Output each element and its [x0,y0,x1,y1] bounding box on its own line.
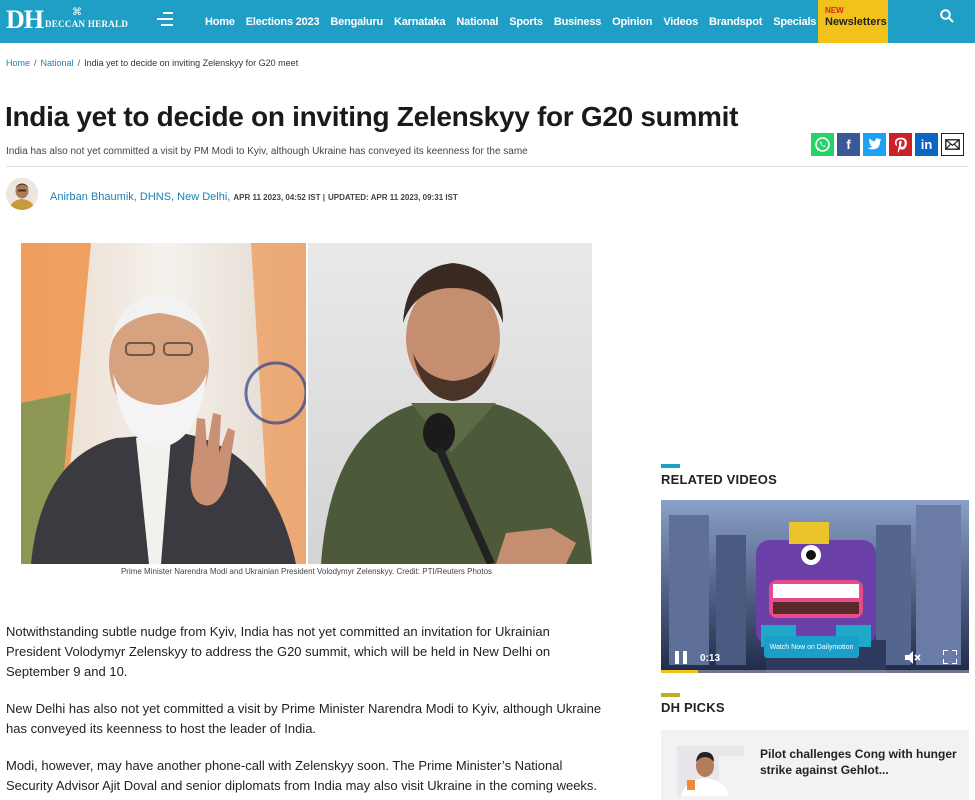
byline: Anirban Bhaumik, DHNS, New Delhi, APR 11 … [50,191,458,203]
video-player[interactable]: Watch Now on Dailymotion 0:13 [661,500,969,673]
dh-pick-card[interactable]: Pilot challenges Cong with hunger strike… [661,730,969,800]
nav-karnataka[interactable]: Karnataka [394,16,446,28]
dh-picks-accent [661,693,680,697]
header-divider [6,166,968,167]
nav-home[interactable]: Home [205,16,235,28]
related-videos-title: RELATED VIDEOS [661,472,777,487]
nav-specials[interactable]: Specials [773,16,816,28]
published-time: APR 11 2023, 04:52 IST | [233,193,325,202]
article-title: India yet to decide on inviting Zelensky… [5,101,739,132]
nav-national[interactable]: National [456,16,498,28]
video-progress-fill [661,670,698,673]
pinterest-icon[interactable] [889,133,912,156]
logo-name: DECCAN HERALD [45,19,129,29]
nav-sports[interactable]: Sports [509,16,543,28]
updated-time: UPDATED: APR 11 2023, 09:31 IST [327,193,458,202]
pause-icon[interactable] [675,651,687,664]
linkedin-icon[interactable]: in [915,133,938,156]
breadcrumb: Home / National / India yet to decide on inv… [6,58,299,68]
nav-brandspot[interactable]: Brandspot [709,16,762,28]
whatsapp-icon[interactable] [811,133,834,156]
dh-picks-title: DH PICKS [661,700,725,715]
facebook-icon[interactable]: f [837,133,860,156]
article-paragraph-2: New Delhi has also not yet committed a v… [6,701,602,736]
share-bar: f in [811,133,967,156]
breadcrumb-home[interactable]: Home [6,58,30,68]
article-paragraph-3: Modi, however, may have another phone-ca… [6,758,598,793]
newsletter-label: Newsletters [825,16,887,28]
nav-opinion[interactable]: Opinion [612,16,652,28]
breadcrumb-national[interactable]: National [41,58,74,68]
author-avatar[interactable] [6,178,38,210]
newsletter-new-badge: NEW [825,6,844,15]
article-hero-image [21,243,592,564]
video-progress-bar[interactable] [661,670,969,673]
video-time: 0:13 [700,653,721,664]
breadcrumb-current: India yet to decide on inviting Zelensky… [84,58,299,68]
video-controls: 0:13 [661,639,969,673]
hamburger-menu-icon[interactable] [157,12,173,26]
image-caption: Prime Minister Narendra Modi and Ukraini… [120,567,493,576]
email-icon[interactable] [941,133,964,156]
nav-elections-2023[interactable]: Elections 2023 [246,16,320,28]
search-icon[interactable] [940,9,954,23]
dh-pick-thumbnail[interactable] [677,746,744,796]
fullscreen-icon[interactable] [943,650,957,664]
mute-icon[interactable] [905,651,921,664]
nav-business[interactable]: Business [554,16,602,28]
nav-videos[interactable]: Videos [663,16,698,28]
related-videos-accent [661,464,680,468]
nav-bengaluru[interactable]: Bengaluru [330,16,383,28]
top-navigation-bar: DH DECCAN HERALD ⌘ Home Elections 2023 B… [0,0,975,43]
newsletters-button[interactable]: NEW Newsletters [818,0,888,43]
logo-letters: DH [6,5,44,34]
dh-pick-title[interactable]: Pilot challenges Cong with hunger strike… [760,746,960,778]
main-nav: Home Elections 2023 Bengaluru Karnataka … [205,0,827,43]
twitter-icon[interactable] [863,133,886,156]
deccan-herald-logo[interactable]: DH DECCAN HERALD ⌘ [6,7,128,33]
logo-emblem-icon: ⌘ [72,7,82,18]
article-paragraph-1: Notwithstanding subtle nudge from Kyiv, … [6,624,551,679]
article-subtitle: India has also not yet committed a visit… [6,146,528,157]
author-link[interactable]: Anirban Bhaumik, DHNS, New Delhi, [50,191,230,203]
